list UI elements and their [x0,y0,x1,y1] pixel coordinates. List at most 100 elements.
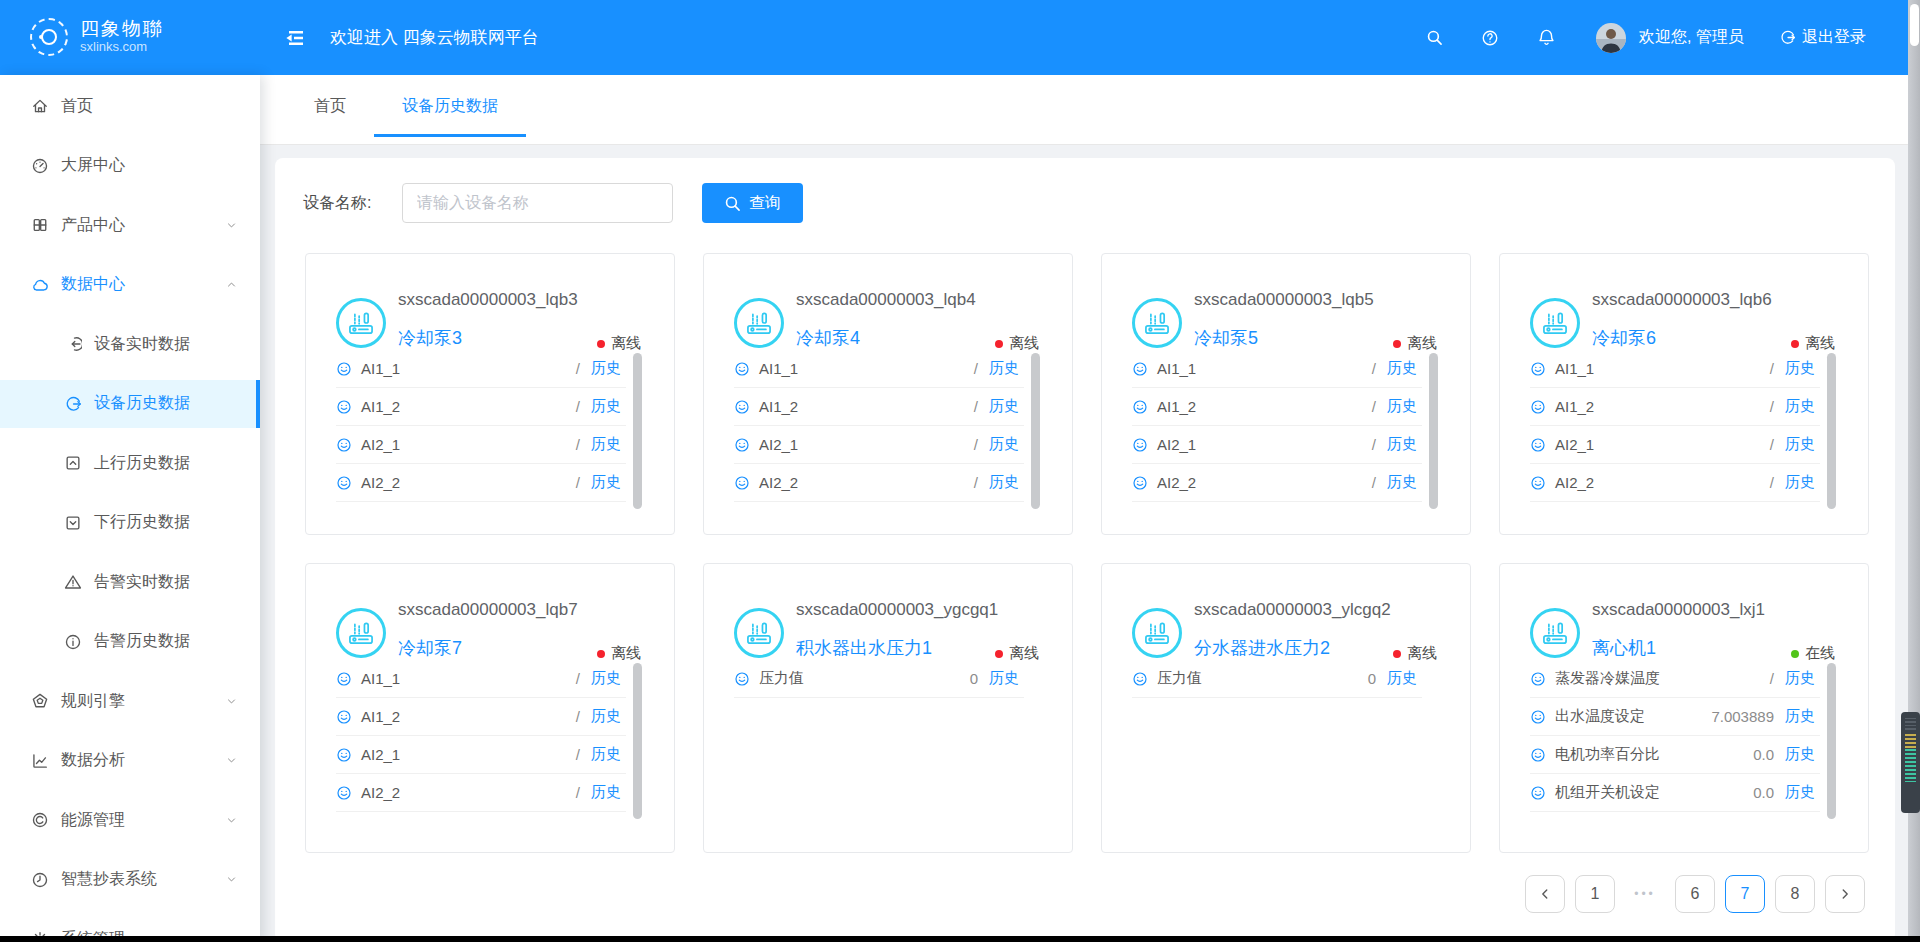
sidebar-item-down-square[interactable]: 下行历史数据 [0,499,260,547]
history-link[interactable]: 历史 [1387,435,1417,454]
page-button-8[interactable]: 8 [1775,875,1815,913]
sidebar-item-realtime[interactable]: 设备实时数据 [0,320,260,368]
history-link[interactable]: 历史 [989,435,1019,454]
sidebar-item-up-square[interactable]: 上行历史数据 [0,439,260,487]
page-button-6[interactable]: 6 [1675,875,1715,913]
history-link[interactable]: 历史 [1785,435,1815,454]
search-icon[interactable] [1426,29,1443,46]
history-link[interactable]: 历史 [1387,669,1417,688]
device-name-link[interactable]: 积水器出水压力1 [796,636,932,660]
logout-button[interactable]: 退出登录 [1779,27,1866,48]
history-link[interactable]: 历史 [591,397,621,416]
history-link[interactable]: 历史 [1785,783,1815,802]
sidebar-item-info[interactable]: 告警历史数据 [0,618,260,666]
home-icon [31,97,49,115]
sidebar-item-meter[interactable]: 智慧抄表系统 [0,856,260,904]
device-name-link[interactable]: 冷却泵6 [1592,326,1656,350]
up-square-icon [64,454,82,472]
param-row: 压力值0历史 [1132,660,1422,698]
history-link[interactable]: 历史 [591,783,621,802]
param-value: / [1372,436,1376,453]
device-name-link[interactable]: 冷却泵7 [398,636,462,660]
pagination-ellipsis[interactable]: ••• [1625,887,1665,901]
device-icon [1530,608,1580,658]
list-scrollbar-thumb[interactable] [1827,353,1836,509]
sidebar-item-home[interactable]: 首页 [0,82,260,130]
history-link[interactable]: 历史 [1785,359,1815,378]
page-button-1[interactable]: 1 [1575,875,1615,913]
avatar[interactable] [1596,23,1626,53]
menu-collapse-icon[interactable] [283,28,307,48]
query-button[interactable]: 查询 [702,183,803,223]
param-row: AI2_1/历史 [336,736,626,774]
list-scrollbar-thumb[interactable] [1429,353,1438,509]
help-icon[interactable] [1481,29,1499,47]
history-link[interactable]: 历史 [989,397,1019,416]
history-link[interactable]: 历史 [989,669,1019,688]
window-bottom-edge [0,936,1920,942]
device-id: sxscada00000003_lqb6 [1592,290,1772,310]
device-name-link[interactable]: 离心机1 [1592,636,1656,660]
list-scrollbar-thumb[interactable] [633,353,642,509]
smile-icon [1530,785,1546,801]
param-value: 7.003889 [1711,708,1774,725]
prev-page-button[interactable] [1525,875,1565,913]
tab-bar: 首页设备历史数据 [260,75,1908,145]
history-link[interactable]: 历史 [1387,397,1417,416]
history-link[interactable]: 历史 [1785,669,1815,688]
sidebar-item-chart[interactable]: 数据分析 [0,737,260,785]
param-row: AI2_1/历史 [1530,426,1820,464]
sidebar-item-dashboard[interactable]: 大屏中心 [0,142,260,190]
history-link[interactable]: 历史 [1387,359,1417,378]
history-link[interactable]: 历史 [591,707,621,726]
page-scrollbar-thumb[interactable] [1910,4,1919,46]
history-link[interactable]: 历史 [591,473,621,492]
device-name-link[interactable]: 冷却泵5 [1194,326,1258,350]
device-card: sxscada00000003_lqb3冷却泵3离线AI1_1/历史AI1_2/… [305,253,675,535]
sidebar-item-label: 下行历史数据 [94,512,190,533]
bell-icon[interactable] [1537,28,1556,47]
history-link[interactable]: 历史 [989,473,1019,492]
history-link[interactable]: 历史 [591,435,621,454]
history-link[interactable]: 历史 [591,669,621,688]
sidebar-item-history[interactable]: 设备历史数据 [0,380,260,428]
page-button-7[interactable]: 7 [1725,875,1765,913]
sidebar-item-cloud[interactable]: 数据中心 [0,261,260,309]
sidebar-item-label: 能源管理 [61,810,125,831]
floating-widget[interactable] [1901,712,1920,813]
history-link[interactable]: 历史 [1785,473,1815,492]
param-name: AI2_1 [361,436,576,453]
history-link[interactable]: 历史 [1785,745,1815,764]
device-name-link[interactable]: 分水器进水压力2 [1194,636,1330,660]
history-link[interactable]: 历史 [1785,397,1815,416]
sidebar-item-warning[interactable]: 告警实时数据 [0,558,260,606]
status-dot [597,340,605,348]
list-scrollbar-thumb[interactable] [1031,353,1040,509]
history-link[interactable]: 历史 [989,359,1019,378]
device-name-link[interactable]: 冷却泵3 [398,326,462,350]
sidebar-item-products[interactable]: 产品中心 [0,201,260,249]
smile-icon [734,671,750,687]
param-row: AI1_2/历史 [1530,388,1820,426]
warning-icon [64,573,82,591]
history-link[interactable]: 历史 [1785,707,1815,726]
sidebar-item-energy[interactable]: 能源管理 [0,796,260,844]
tab-home[interactable]: 首页 [286,75,374,137]
param-row: AI2_2/历史 [336,464,626,502]
top-header: 四象物聯 sxlinks.com 欢迎进入 四象云物联网平台 欢迎您, 管理员 … [0,0,1908,75]
smile-icon [1132,671,1148,687]
param-name: 机组开关机设定 [1555,783,1753,802]
param-value: / [1372,474,1376,491]
device-name-link[interactable]: 冷却泵4 [796,326,860,350]
sidebar-item-rule[interactable]: 规则引擎 [0,677,260,725]
list-scrollbar-thumb[interactable] [1827,663,1836,819]
list-scrollbar-thumb[interactable] [633,663,642,819]
next-page-button[interactable] [1825,875,1865,913]
device-name-input[interactable] [402,183,673,223]
history-link[interactable]: 历史 [591,359,621,378]
tab-device-history[interactable]: 设备历史数据 [374,75,526,137]
history-link[interactable]: 历史 [591,745,621,764]
history-link[interactable]: 历史 [1387,473,1417,492]
param-row: AI1_2/历史 [1132,388,1422,426]
device-id: sxscada00000003_lxj1 [1592,600,1765,620]
